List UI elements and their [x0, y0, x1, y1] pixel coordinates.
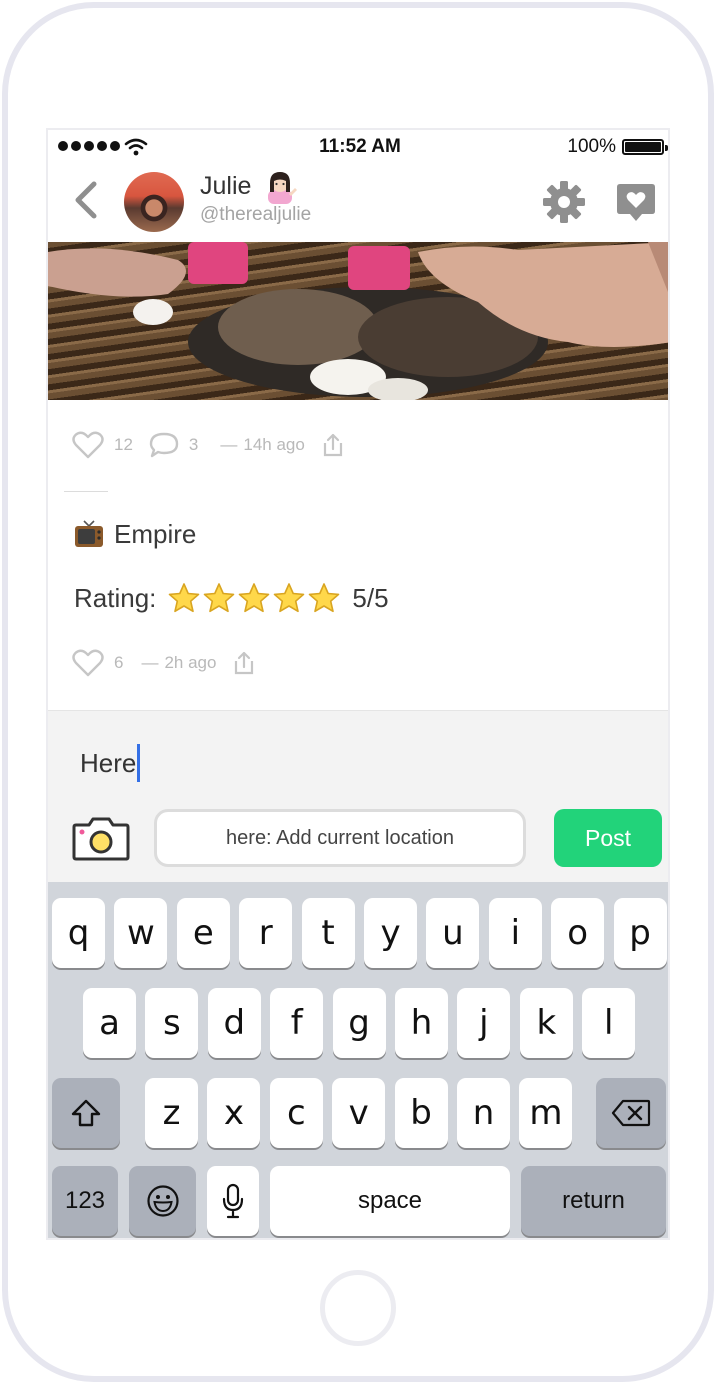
key-j[interactable]: j [457, 988, 511, 1058]
post-meta-row: 6 — 2h ago [72, 648, 256, 678]
key-g[interactable]: g [332, 988, 386, 1058]
post-image[interactable] [48, 242, 668, 400]
star-rating [168, 582, 340, 614]
post-time: 2h ago [164, 653, 217, 672]
camera-icon[interactable] [72, 815, 130, 861]
composer: Here here: Add current location Post [48, 710, 668, 882]
compose-text-input[interactable]: Here [80, 743, 141, 783]
star-icon [204, 583, 235, 613]
share-icon[interactable] [232, 650, 256, 676]
key-w[interactable]: w [114, 898, 168, 968]
text-caret [137, 744, 141, 782]
key-z[interactable]: z [145, 1078, 198, 1148]
back-chevron-icon[interactable] [66, 178, 106, 222]
app-screen: 11:52 AM 100% Julie @therealjulie 12 3 —… [46, 128, 670, 1240]
star-icon [239, 583, 270, 613]
shift-key[interactable] [52, 1078, 120, 1148]
key-i[interactable]: i [488, 898, 542, 968]
comment-count: 3 [188, 435, 199, 454]
space-key[interactable]: space [270, 1166, 510, 1236]
emoji-icon [146, 1185, 179, 1217]
show-title-text: Empire [114, 518, 197, 549]
key-q[interactable]: q [52, 898, 105, 968]
star-icon [309, 583, 340, 613]
key-a[interactable]: a [83, 988, 136, 1058]
keyboard: 123 space return qwertyuiop asdfghjkl zxcv… [48, 882, 668, 1238]
key-s[interactable]: s [145, 988, 199, 1058]
key-c[interactable]: c [269, 1078, 323, 1148]
status-bar: 11:52 AM 100% [48, 130, 668, 164]
key-f[interactable]: f [270, 988, 324, 1058]
like-count: 6 [114, 653, 124, 672]
shift-icon [71, 1099, 101, 1127]
add-location-button[interactable]: here: Add current location [154, 809, 526, 867]
return-key[interactable]: return [521, 1166, 666, 1236]
like-count: 12 [114, 435, 133, 454]
star-icon [274, 583, 305, 613]
share-icon[interactable] [321, 432, 345, 458]
home-button[interactable] [320, 1270, 396, 1346]
profile-header: Julie @therealjulie [48, 164, 668, 242]
battery-percentage: 100% [567, 136, 616, 157]
backspace-key[interactable] [596, 1078, 666, 1148]
heart-icon[interactable] [72, 649, 104, 677]
rating-value: 5/5 [352, 582, 389, 613]
battery-icon [622, 139, 668, 155]
compose-text: Here [80, 747, 137, 778]
rating-label: Rating: [74, 582, 157, 613]
emoji-key[interactable] [129, 1166, 196, 1236]
show-title: Empire [74, 514, 196, 554]
star-icon [169, 583, 200, 613]
numbers-key[interactable]: 123 [52, 1166, 118, 1236]
separator: — [141, 653, 159, 672]
backspace-icon [611, 1099, 651, 1127]
microphone-icon [222, 1183, 244, 1219]
key-l[interactable]: l [582, 988, 636, 1058]
key-d[interactable]: d [207, 988, 261, 1058]
key-r[interactable]: r [239, 898, 293, 968]
post-button[interactable]: Post [554, 809, 662, 867]
key-h[interactable]: h [395, 988, 448, 1058]
heart-icon[interactable] [72, 431, 104, 459]
username: @therealjulie [200, 204, 312, 225]
post-time: 14h ago [243, 435, 305, 454]
tv-icon [75, 520, 103, 547]
divider [64, 491, 108, 492]
gear-icon[interactable] [542, 180, 586, 224]
key-o[interactable]: o [551, 898, 605, 968]
key-m[interactable]: m [519, 1078, 573, 1148]
key-p[interactable]: p [613, 898, 667, 968]
comment-icon[interactable] [149, 431, 179, 459]
avatar[interactable] [124, 172, 184, 232]
separator: — [220, 435, 238, 454]
key-b[interactable]: b [394, 1078, 448, 1148]
key-u[interactable]: u [426, 898, 480, 968]
key-n[interactable]: n [457, 1078, 510, 1148]
key-e[interactable]: e [176, 898, 230, 968]
display-name: Julie [200, 172, 252, 200]
key-x[interactable]: x [207, 1078, 261, 1148]
cat-photo [48, 242, 668, 400]
key-t[interactable]: t [301, 898, 355, 968]
key-y[interactable]: y [364, 898, 417, 968]
dictation-key[interactable] [207, 1166, 259, 1236]
heart-speech-icon[interactable] [614, 180, 658, 224]
key-k[interactable]: k [519, 988, 573, 1058]
post-meta-row: 12 3 — 14h ago [72, 430, 345, 460]
woman-tipping-hand-emoji-icon [268, 172, 297, 204]
rating-line: Rating: 5/5 [74, 578, 389, 618]
key-v[interactable]: v [332, 1078, 386, 1148]
